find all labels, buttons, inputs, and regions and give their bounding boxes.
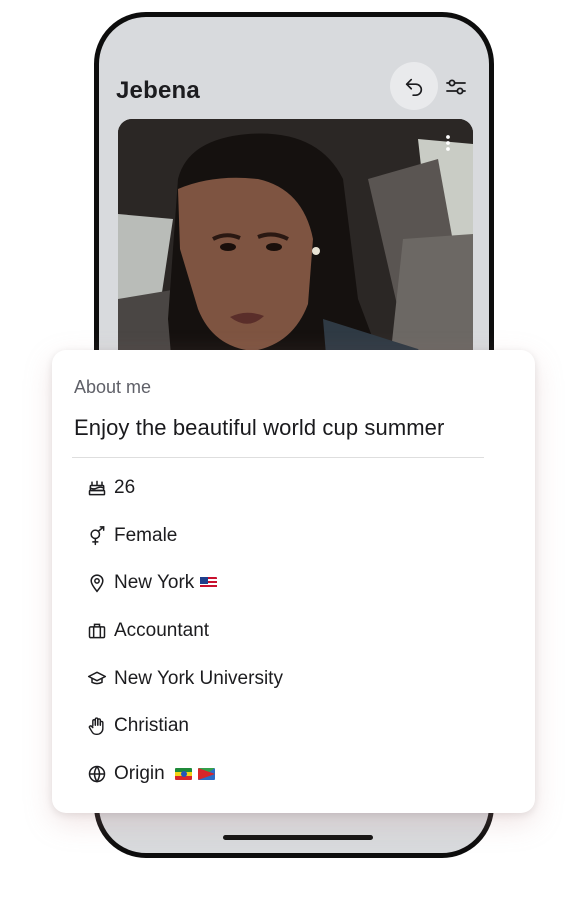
detail-age-text: 26 [114, 477, 136, 498]
gender-icon [86, 525, 108, 547]
detail-age: 26 [86, 474, 135, 502]
filter-button[interactable] [442, 73, 470, 101]
detail-origin-text: Origin [114, 763, 165, 784]
location-pin-icon [86, 572, 108, 594]
globe-icon [86, 763, 108, 785]
cake-icon [86, 477, 108, 499]
about-heading: About me [74, 377, 152, 397]
more-vertical-icon[interactable] [443, 133, 453, 153]
hand-icon [86, 715, 108, 737]
app-title: Jebena [116, 77, 200, 104]
detail-job: Accountant [86, 617, 209, 645]
detail-origin: Origin [86, 760, 215, 788]
profile-photo[interactable] [118, 119, 473, 379]
us-flag-icon [200, 577, 218, 589]
detail-education: New York University [86, 665, 283, 693]
undo-icon [405, 78, 423, 96]
graduation-cap-icon [86, 668, 108, 690]
home-indicator [223, 835, 373, 840]
divider [72, 457, 484, 458]
sliders-icon [446, 79, 466, 95]
about-headline: Enjoy the beautiful world cup summer [74, 415, 445, 440]
briefcase-icon [86, 620, 108, 642]
detail-job-text: Accountant [114, 620, 210, 641]
profile-photo-image [118, 119, 473, 379]
detail-gender-text: Female [114, 525, 178, 546]
detail-location: New York [86, 569, 218, 597]
detail-gender: Female [86, 522, 177, 550]
detail-education-text: New York University [114, 668, 283, 689]
detail-religion-text: Christian [114, 715, 189, 736]
detail-religion: Christian [86, 712, 189, 740]
ethiopia-flag-icon [174, 768, 192, 780]
about-me-card: About me Enjoy the beautiful world cup s… [52, 350, 535, 813]
detail-location-text: New York [114, 572, 195, 593]
undo-button[interactable] [390, 62, 438, 110]
eritrea-flag-icon [197, 768, 215, 780]
